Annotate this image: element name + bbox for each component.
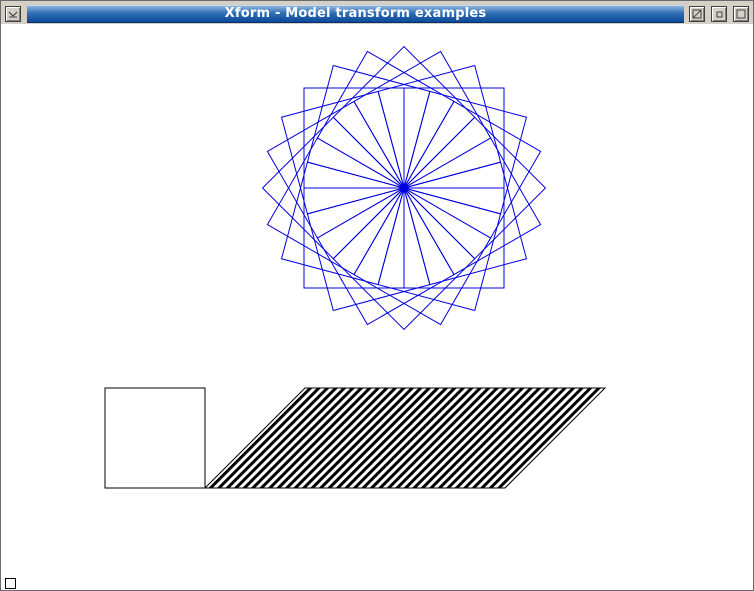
window-menu-button[interactable] — [5, 6, 21, 22]
corner-indicator — [5, 578, 16, 589]
iconify-button[interactable] — [711, 6, 727, 22]
rotated-squares-figure — [261, 45, 547, 331]
shade-button[interactable] — [689, 6, 705, 22]
drawing-canvas — [104, 45, 607, 489]
minimize-icon — [716, 11, 723, 18]
title-bar[interactable]: Xform - Model transform examples — [1, 1, 753, 24]
window-title: Xform - Model transform examples — [224, 6, 487, 21]
xform-window: Xform - Model transform examples — [0, 0, 754, 591]
close-button[interactable] — [733, 6, 749, 22]
shade-icon — [692, 9, 702, 19]
sheared-parallelogram — [203, 387, 607, 489]
unit-square — [104, 387, 206, 489]
close-icon — [736, 9, 746, 19]
menu-icon — [8, 11, 18, 18]
title-gradient[interactable]: Xform - Model transform examples — [27, 5, 684, 23]
